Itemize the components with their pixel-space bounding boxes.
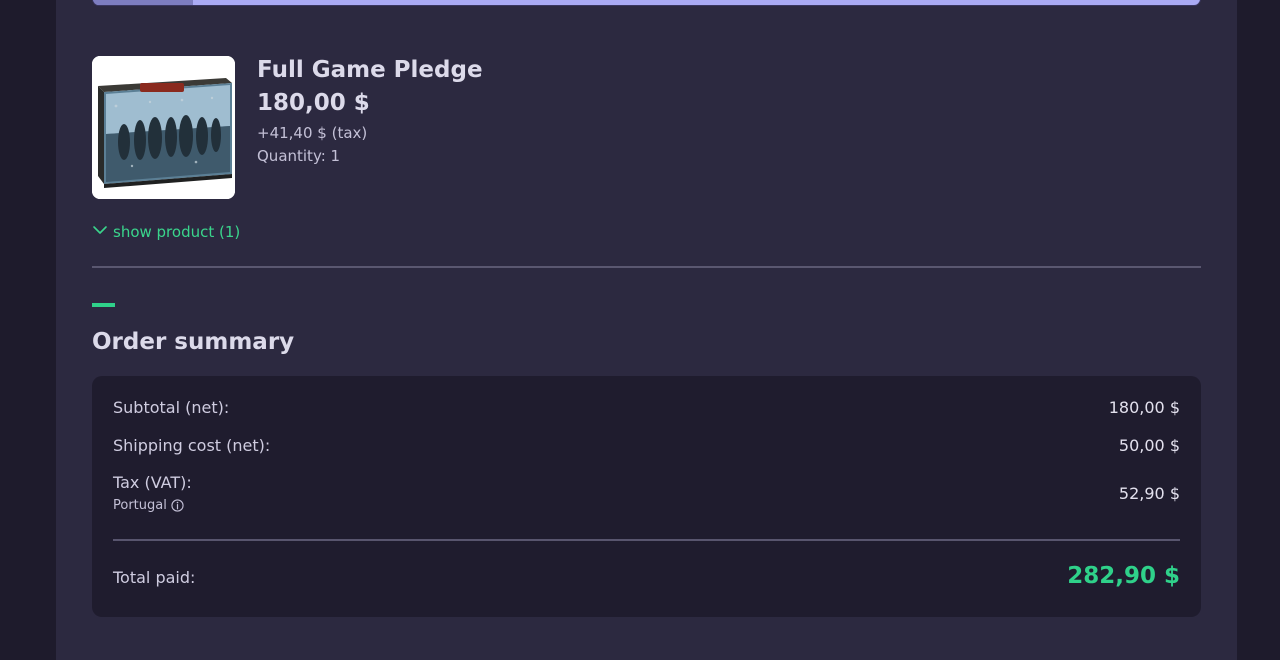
order-summary-card: Subtotal (net): 180,00 $ Shipping cost (… <box>92 376 1201 617</box>
product-title: Full Game Pledge <box>257 57 483 83</box>
chevron-down-icon <box>92 222 108 242</box>
tax-label: Tax (VAT): <box>113 473 192 492</box>
summary-divider <box>113 539 1180 541</box>
show-product-toggle[interactable]: show product (1) <box>92 222 240 242</box>
tax-country-label: Portugal <box>113 498 167 513</box>
section-accent <box>92 303 115 307</box>
shipping-label: Shipping cost (net): <box>113 436 271 455</box>
product-box-art <box>92 56 235 199</box>
progress-bar-fill <box>93 0 193 5</box>
progress-bar <box>92 0 1201 6</box>
total-value: 282,90 $ <box>1067 563 1180 589</box>
shipping-value: 50,00 $ <box>1118 436 1180 455</box>
info-icon[interactable] <box>171 499 184 512</box>
total-label: Total paid: <box>113 568 196 587</box>
product-image <box>92 56 235 199</box>
section-divider <box>92 266 1201 268</box>
show-product-label: show product (1) <box>113 223 241 241</box>
product-tax: +41,40 $ (tax) <box>257 124 368 142</box>
subtotal-value: 180,00 $ <box>1108 398 1180 417</box>
order-summary-title: Order summary <box>92 329 295 355</box>
tax-country: Portugal <box>113 498 184 513</box>
subtotal-label: Subtotal (net): <box>113 398 230 417</box>
product-price: 180,00 $ <box>257 90 370 116</box>
product-quantity: Quantity: 1 <box>257 147 341 165</box>
tax-value: 52,90 $ <box>1118 484 1180 503</box>
